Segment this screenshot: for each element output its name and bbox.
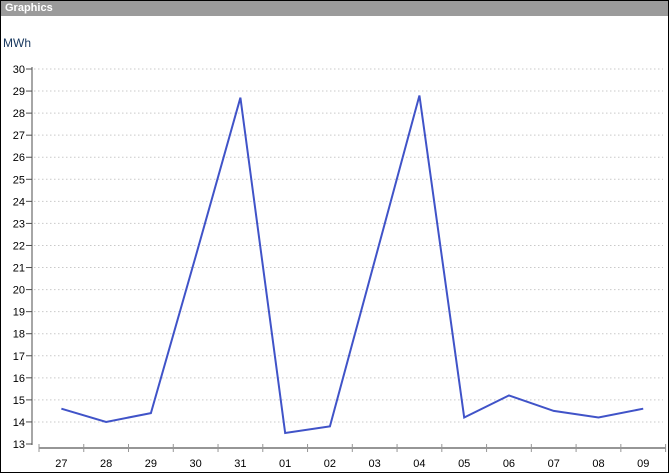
x-tick-label: 31 — [234, 458, 246, 470]
y-tick-label: 13 — [13, 439, 25, 451]
x-tick-label: 29 — [145, 458, 157, 470]
y-tick-label: 20 — [13, 285, 25, 297]
y-tick-label: 17 — [13, 351, 25, 363]
x-tick-label: 01 — [279, 458, 291, 470]
y-tick-label: 23 — [13, 218, 25, 230]
x-tick-label: 02 — [324, 458, 336, 470]
y-tick-label: 19 — [13, 307, 25, 319]
x-tick-label: 08 — [592, 458, 604, 470]
y-tick-label: 29 — [13, 86, 25, 98]
x-tick-label: 03 — [369, 458, 381, 470]
x-tick-label: 06 — [503, 458, 515, 470]
line-chart: 13 14 15 16 17 18 19 20 21 22 23 24 25 26 27 28 29 30 27 28… — [1, 1, 669, 473]
y-tick-label: 28 — [13, 108, 25, 120]
x-tick-label: 09 — [637, 458, 649, 470]
y-tick-label: 24 — [13, 196, 25, 208]
y-tick-label: 22 — [13, 240, 25, 252]
graphics-window: Graphics MWh 131415161718192021222324252… — [0, 0, 669, 473]
gridlines — [34, 69, 663, 422]
y-tick-label: 15 — [13, 395, 25, 407]
y-axis: 13 14 15 16 17 18 19 20 21 22 23 24 25 26 27 28 29 30 — [13, 64, 32, 451]
x-tick-label: 05 — [458, 458, 470, 470]
x-tick-label: 27 — [55, 458, 67, 470]
y-tick-label: 26 — [13, 152, 25, 164]
x-tick-label: 30 — [190, 458, 202, 470]
x-tick-label: 28 — [100, 458, 112, 470]
y-tick-label: 30 — [13, 64, 25, 76]
series-line — [61, 95, 643, 433]
y-tick-label: 18 — [13, 329, 25, 341]
x-axis: 27 28 29 30 31 01 02 03 04 05 06 07 08 09 — [39, 444, 666, 470]
y-tick-label: 16 — [13, 373, 25, 385]
x-tick-label: 07 — [548, 458, 560, 470]
series-mwh — [61, 95, 643, 433]
y-tick-label: 14 — [13, 417, 25, 429]
y-tick-label: 21 — [13, 263, 25, 275]
x-tick-label: 04 — [413, 458, 425, 470]
y-tick-label: 25 — [13, 174, 25, 186]
y-tick-label: 27 — [13, 130, 25, 142]
